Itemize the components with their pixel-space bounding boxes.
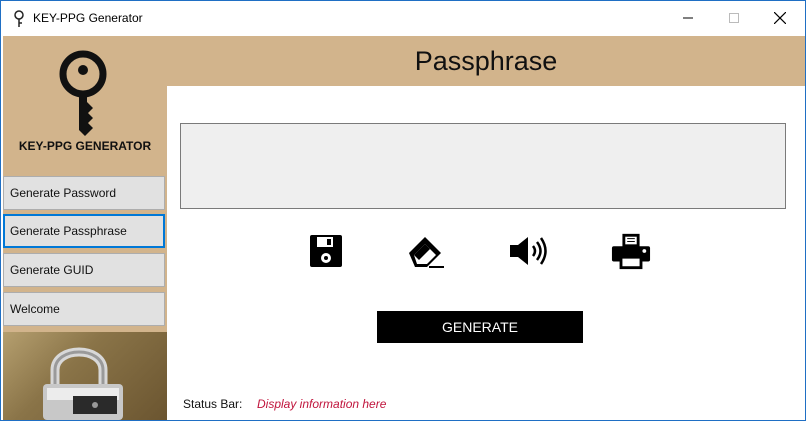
- app-window: KEY-PPG Generator KEY-PPG GENERATOR Gene…: [0, 0, 806, 421]
- speak-button[interactable]: [508, 231, 548, 271]
- generate-button[interactable]: GENERATE: [377, 311, 583, 343]
- sidebar: KEY-PPG GENERATOR Generate Password Gene…: [3, 36, 167, 420]
- padlock-photo: [3, 332, 167, 420]
- status-bar-text: Display information here: [257, 397, 387, 411]
- print-icon: [611, 233, 651, 270]
- key-icon: [13, 10, 25, 28]
- page-title: Passphrase: [414, 46, 558, 76]
- nav-welcome[interactable]: Welcome: [3, 292, 165, 326]
- eraser-icon: [409, 237, 444, 268]
- nav-item-label: Generate Passphrase: [10, 224, 127, 238]
- print-button[interactable]: [611, 231, 651, 271]
- nav-generate-passphrase[interactable]: Generate Passphrase: [3, 214, 165, 248]
- nav-item-label: Generate Password: [10, 186, 117, 200]
- minimize-icon: [683, 17, 693, 19]
- close-icon: [774, 12, 786, 24]
- close-button[interactable]: [757, 1, 803, 35]
- title-bar[interactable]: KEY-PPG Generator: [1, 1, 805, 35]
- maximize-icon: [729, 13, 739, 23]
- speaker-icon: [510, 237, 547, 265]
- status-bar-label: Status Bar:: [183, 397, 243, 411]
- brand-label: KEY-PPG GENERATOR: [18, 139, 152, 153]
- nav-item-label: Generate GUID: [10, 263, 94, 277]
- clear-button[interactable]: [405, 231, 445, 271]
- key-logo-icon: [55, 50, 111, 136]
- save-icon: [310, 235, 342, 267]
- page-header: Passphrase: [167, 36, 805, 86]
- passphrase-output[interactable]: [180, 123, 786, 209]
- nav-item-label: Welcome: [10, 302, 60, 316]
- nav-generate-guid[interactable]: Generate GUID: [3, 253, 165, 287]
- save-button[interactable]: [306, 231, 346, 271]
- window-title: KEY-PPG Generator: [33, 11, 143, 25]
- nav-generate-password[interactable]: Generate Password: [3, 176, 165, 210]
- maximize-button[interactable]: [711, 1, 757, 35]
- minimize-button[interactable]: [665, 1, 711, 35]
